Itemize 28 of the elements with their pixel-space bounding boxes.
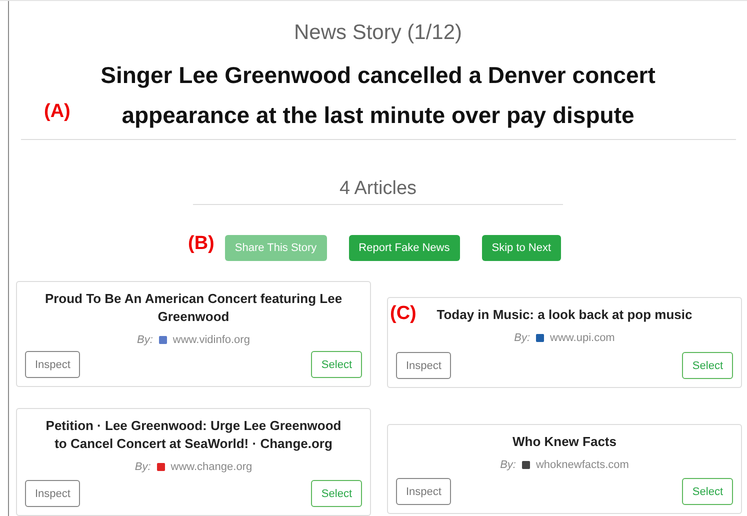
articles-count: 4 Articles: [339, 178, 417, 200]
annotation-label: (B): [188, 233, 214, 255]
byline-label: By:: [514, 332, 530, 344]
article-title: Today in Music: a look back at pop music: [436, 306, 694, 324]
story-counter: News Story (1/12): [294, 21, 462, 45]
inspect-button[interactable]: Inspect: [396, 352, 452, 379]
inspect-button[interactable]: Inspect: [25, 480, 80, 507]
select-button[interactable]: Select: [682, 352, 733, 379]
source-domain: whoknewfacts.com: [536, 459, 629, 471]
select-button[interactable]: Select: [682, 478, 733, 505]
source-domain: www.upi.com: [550, 332, 615, 344]
article-title: Petition · Lee Greenwood: Urge Lee Greenwood to Cancel Concert at SeaWorld! · Change.org: [44, 417, 342, 453]
source-domain: www.change.org: [170, 461, 252, 473]
article-title: Proud To Be An American Concert featuring Lee Greenwood: [44, 290, 344, 326]
byline-label: By:: [500, 459, 516, 471]
inspect-button[interactable]: Inspect: [396, 478, 452, 505]
source-domain: www.vidinfo.org: [172, 334, 250, 346]
story-headline: Singer Lee Greenwood cancelled a Denver concert appearance at the last minute over pay dispute: [100, 61, 656, 130]
action-button[interactable]: Report Fake News: [348, 235, 460, 261]
article-title: Who Knew Facts: [511, 433, 618, 451]
action-button[interactable]: Skip to Next: [482, 235, 562, 261]
select-button[interactable]: Select: [311, 480, 362, 507]
byline-label: By:: [134, 461, 151, 473]
inspect-button[interactable]: Inspect: [25, 351, 80, 378]
select-button[interactable]: Select: [311, 351, 362, 378]
annotation-label: (A): [44, 101, 70, 123]
byline-label: By:: [137, 334, 153, 346]
annotation-label: (C): [390, 303, 416, 325]
